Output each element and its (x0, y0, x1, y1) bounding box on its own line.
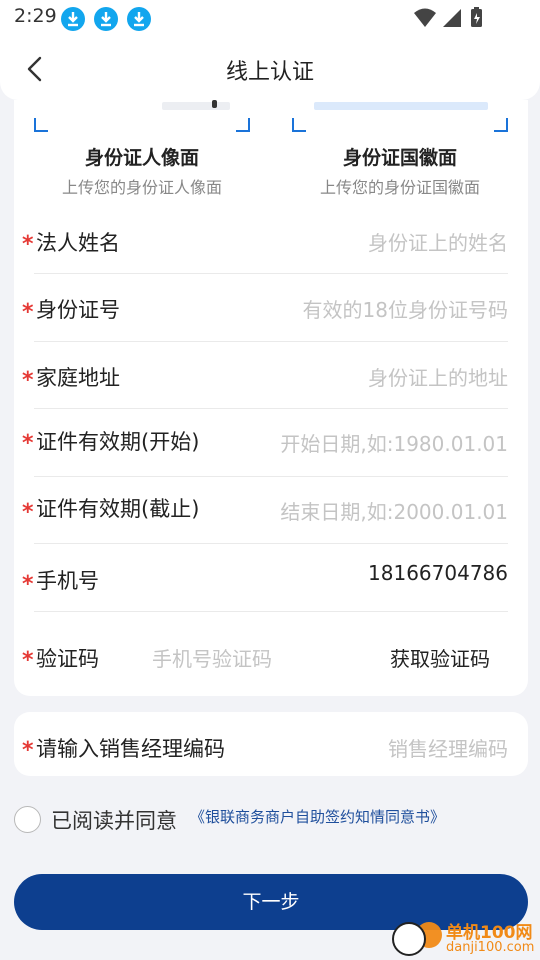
required-mark: * (22, 368, 34, 393)
phone-row: * 手机号 18166704786 (22, 544, 508, 612)
address-row: * 家庭地址 身份证上的地址 (22, 341, 508, 409)
valid-start-row: * 证件有效期(开始) 开始日期,如:1980.01.01 (22, 409, 508, 477)
form-card: 身份证人像面 上传您的身份证人像面 身份证国徽面 上传您的身份证国徽面 * 法人… (14, 100, 528, 696)
nav-bar: 线上认证 (0, 36, 540, 100)
watermark-url: danji100.com (446, 940, 535, 955)
required-mark: * (22, 232, 34, 257)
frame-corner (236, 118, 250, 132)
code-row: * 验证码 手机号验证码 获取验证码 (22, 612, 508, 694)
required-mark: * (22, 738, 34, 763)
agreement-checkbox[interactable] (14, 806, 41, 833)
wifi-icon (414, 8, 436, 27)
download-icon (61, 7, 85, 31)
manager-code-input[interactable]: 销售经理编码 (388, 733, 508, 762)
id-back-title: 身份证国徽面 (342, 147, 457, 169)
required-mark: * (22, 431, 34, 456)
agreement-row: 已阅读并同意 《银联商务商户自助签约知情同意书》 (14, 802, 528, 836)
valid-start-input[interactable]: 开始日期,如:1980.01.01 (280, 428, 508, 457)
frame-corner (34, 118, 48, 132)
download-icon (127, 7, 151, 31)
status-bar: 2:29 (0, 0, 540, 36)
legal-name-input[interactable]: 身份证上的姓名 (368, 227, 508, 256)
code-label: 验证码 (36, 647, 99, 671)
battery-charging-icon (471, 7, 482, 27)
valid-end-row: * 证件有效期(截止) 结束日期,如:2000.01.01 (22, 476, 508, 544)
agreement-text: 已阅读并同意 (51, 809, 177, 833)
agreement-link[interactable]: 《银联商务商户自助签约知情同意书》 (190, 806, 445, 827)
address-label: 家庭地址 (36, 366, 120, 390)
id-front-upload[interactable] (34, 100, 250, 132)
required-mark: * (22, 648, 34, 673)
phone-input[interactable]: 18166704786 (368, 561, 508, 585)
status-right (412, 6, 500, 34)
watermark-logo-shape (392, 922, 426, 956)
page-title: 线上认证 (225, 60, 314, 85)
id-front-subtitle: 上传您的身份证人像面 (61, 178, 222, 197)
valid-end-label: 证件有效期(截止) (36, 497, 200, 521)
id-number-label: 身份证号 (36, 298, 120, 322)
manager-code-label: 请输入销售经理编码 (36, 737, 225, 761)
id-front-title: 身份证人像面 (84, 147, 199, 169)
legal-name-row: * 法人姓名 身份证上的姓名 (22, 206, 508, 274)
status-time: 2:29 (14, 5, 57, 27)
id-back-subtitle: 上传您的身份证国徽面 (319, 178, 480, 197)
manager-code-card: * 请输入销售经理编码 销售经理编码 (14, 712, 528, 776)
manager-code-row: * 请输入销售经理编码 销售经理编码 (22, 712, 508, 776)
id-number-row: * 身份证号 有效的18位身份证号码 (22, 274, 508, 342)
id-back-upload[interactable] (292, 100, 508, 132)
id-back-preview (314, 102, 488, 110)
required-mark: * (22, 572, 34, 597)
watermark-logo: 单机100网 danji100.com (388, 918, 538, 958)
legal-name-label: 法人姓名 (36, 231, 120, 255)
valid-end-input[interactable]: 结束日期,如:2000.01.01 (280, 496, 508, 525)
id-front-preview-mark (212, 100, 217, 108)
frame-corner (494, 118, 508, 132)
signal-icon (443, 9, 461, 27)
address-input[interactable]: 身份证上的地址 (368, 362, 508, 391)
required-mark: * (22, 300, 34, 325)
id-front-preview (162, 102, 230, 110)
download-icon (94, 7, 118, 31)
get-code-button[interactable]: 获取验证码 (390, 643, 490, 672)
frame-corner (292, 118, 306, 132)
id-number-input[interactable]: 有效的18位身份证号码 (303, 294, 508, 323)
code-input[interactable]: 手机号验证码 (152, 643, 272, 672)
required-mark: * (22, 500, 34, 525)
valid-start-label: 证件有效期(开始) (36, 430, 200, 454)
phone-label: 手机号 (36, 569, 99, 593)
